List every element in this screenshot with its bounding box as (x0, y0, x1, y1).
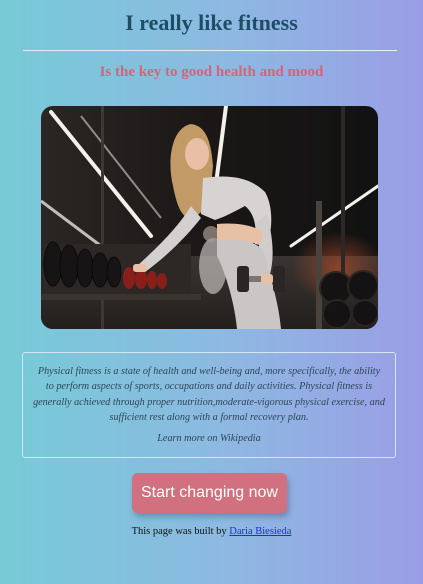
gym-photo-illustration (41, 106, 378, 329)
footer-credit-prefix: This page was built by (131, 526, 227, 537)
page-subtitle: Is the key to good health and mood (99, 64, 324, 80)
footer-credit: This page was built by Daria Biesieda (0, 526, 423, 537)
page-title: I really like fitness (125, 10, 298, 35)
learn-more-text: Learn more on Wikipedia (157, 432, 261, 444)
title-divider (23, 50, 397, 51)
start-changing-button[interactable]: Start changing now (132, 473, 287, 513)
author-link[interactable]: Daria Biesieda (229, 526, 291, 537)
hero-image (41, 106, 378, 329)
info-box: Physical fitness is a state of health an… (22, 352, 396, 458)
fitness-page: I really like fitness Is the key to good… (0, 0, 423, 584)
fitness-description: Physical fitness is a state of health an… (33, 366, 385, 424)
